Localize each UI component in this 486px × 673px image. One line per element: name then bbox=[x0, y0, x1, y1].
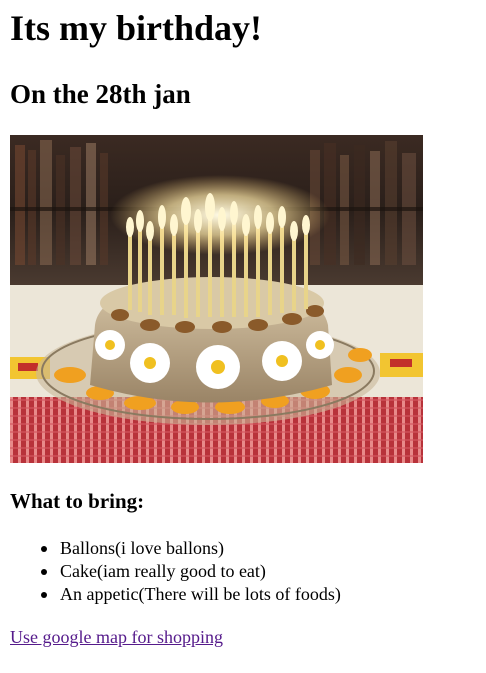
page-subtitle: On the 28th jan bbox=[10, 79, 191, 109]
what-to-bring-heading: What to bring: bbox=[10, 489, 145, 513]
page-title: Its my birthday! bbox=[10, 8, 263, 48]
list-item: Cake(iam really good to eat) bbox=[10, 560, 341, 583]
bring-list: Ballons(i love ballons) Cake(iam really … bbox=[10, 537, 341, 606]
birthday-cake-image bbox=[10, 135, 423, 463]
google-map-link[interactable]: Use google map for shopping bbox=[10, 626, 223, 649]
list-item: An appetic(There will be lots of foods) bbox=[10, 583, 341, 606]
list-item: Ballons(i love ballons) bbox=[10, 537, 341, 560]
